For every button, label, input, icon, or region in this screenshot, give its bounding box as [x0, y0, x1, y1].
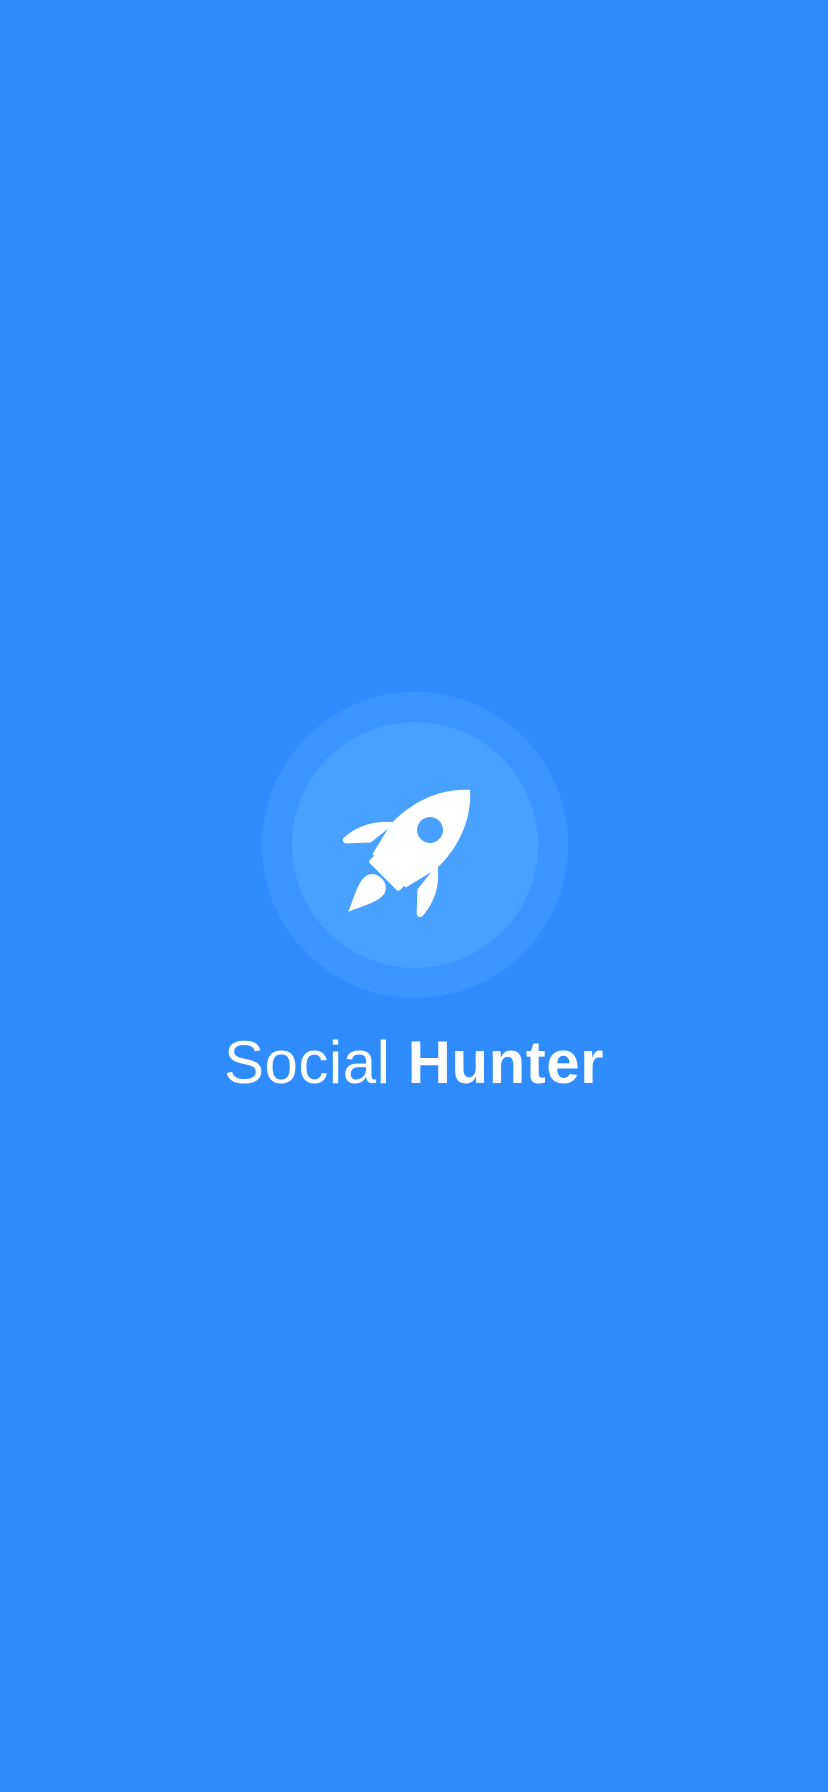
app-logo-inner-circle	[292, 722, 538, 968]
splash-screen: Social Hunter	[0, 0, 828, 1792]
rocket-icon	[342, 789, 471, 918]
app-name-title: Social Hunter	[0, 1027, 828, 1099]
app-logo	[262, 692, 568, 998]
app-name-light: Social	[224, 1029, 391, 1096]
app-name-bold: Hunter	[407, 1029, 604, 1096]
